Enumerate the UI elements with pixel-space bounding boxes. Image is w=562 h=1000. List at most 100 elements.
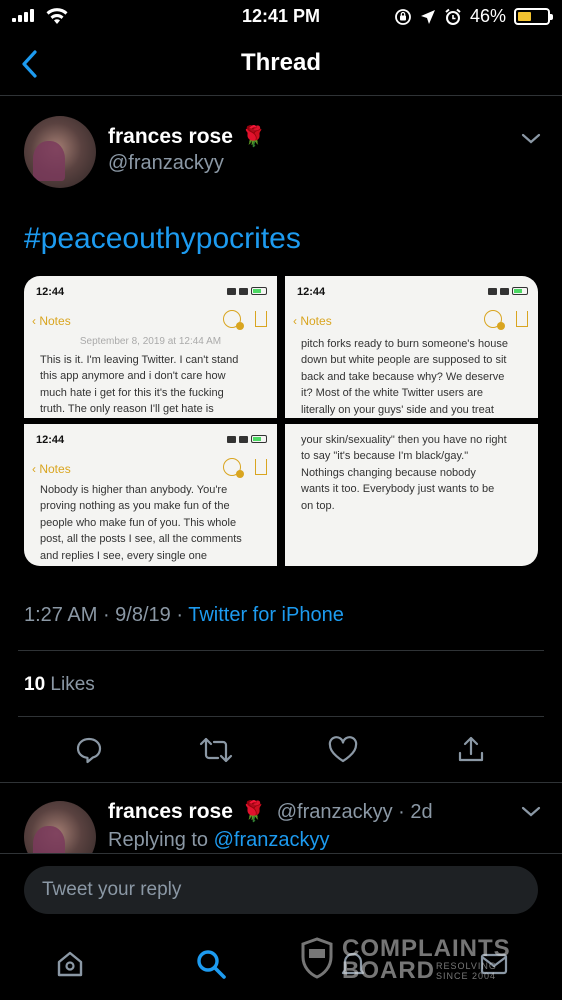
share-icon[interactable]	[454, 733, 488, 767]
note-toolbar	[223, 310, 267, 330]
notes-back-link: ‹ Notes	[32, 462, 71, 476]
rose-emoji: 🌹	[241, 126, 267, 148]
note-line: Nobody is higher than anybody. You're	[40, 484, 228, 496]
chevron-down-icon[interactable]	[520, 132, 542, 146]
author-name: frances rose	[108, 125, 233, 148]
note-body: Nobody is higher than anybody. You're pr…	[40, 482, 263, 564]
share-person-icon	[223, 458, 244, 478]
divider	[18, 650, 544, 651]
tweet-meta: 1:27 AM · 9/8/19 · Twitter for iPhone	[24, 604, 344, 627]
note-line: on top.	[301, 499, 335, 512]
status-bar: 12:41 PM 46%	[0, 0, 562, 34]
note-line: This is it. I'm leaving Twitter. I can't…	[40, 354, 239, 366]
battery-icon	[514, 8, 553, 25]
retweet-icon[interactable]	[199, 733, 233, 767]
home-icon[interactable]	[52, 946, 88, 982]
chevron-down-icon[interactable]	[520, 805, 542, 819]
note-screenshot-3[interactable]: 12:44 ‹ Notes Nobody is higher than anyb…	[24, 424, 277, 566]
note-status-indicators-icon	[488, 287, 528, 295]
watermark-since: SINCE 2004	[436, 971, 497, 981]
notes-back-label: Notes	[39, 314, 71, 328]
note-status-time: 12:44	[36, 286, 65, 298]
note-line: wants it too. Everybody just wants to be	[301, 483, 495, 496]
note-line: and replies I see, every single one	[40, 549, 207, 562]
reply-icon[interactable]	[72, 733, 106, 767]
shield-logo-icon	[301, 937, 333, 979]
note-line: people who make fun of you. This whole	[40, 516, 237, 529]
notes-back-label: Notes	[300, 314, 332, 328]
reply-author-avatar[interactable]	[24, 801, 96, 853]
note-line: to say "it's because I'm black/gay."	[301, 450, 469, 463]
note-line: much hate i get for this it's the fuckin…	[40, 386, 224, 399]
note-line: back and take because why? We deserve	[301, 370, 505, 383]
divider	[18, 716, 544, 717]
note-body: pitch forks ready to burn someone's hous…	[301, 336, 524, 418]
reply-tweet[interactable]: frances rose 🌹 @franzackyy · 2d Replying…	[0, 783, 562, 853]
share-person-icon	[223, 310, 244, 330]
note-status-time: 12:44	[36, 434, 65, 446]
battery-percent: 46%	[469, 6, 506, 26]
note-body: your skin/sexuality" then you have no ri…	[301, 432, 524, 514]
battery-level	[518, 12, 531, 21]
note-toolbar	[223, 458, 267, 478]
location-icon	[420, 9, 435, 24]
likes-label: Likes	[50, 674, 95, 695]
orientation-lock-icon	[395, 8, 411, 25]
replying-to: Replying to @franzackyy	[108, 829, 330, 852]
note-line: down but white people are supposed to si…	[301, 354, 507, 367]
note-status-indicators-icon	[227, 287, 267, 295]
replying-to-handle[interactable]: @franzackyy	[214, 829, 330, 851]
notes-back-label: Notes	[39, 462, 71, 476]
note-screenshot-2[interactable]: 12:44 ‹ Notes pitch forks ready to burn …	[285, 276, 538, 418]
reply-handle-time: @franzackyy · 2d	[276, 801, 433, 823]
author-name-row[interactable]: frances rose 🌹	[108, 124, 266, 149]
likes-count: 10	[24, 674, 46, 695]
tweet-date: 9/8/19	[115, 604, 171, 626]
notes-back-link: ‹ Notes	[32, 314, 71, 328]
tweet-hashtag[interactable]: #peaceouthypocrites	[24, 222, 301, 256]
watermark-line2: BOARD	[342, 957, 435, 984]
watermark-tag: RESOLVING	[436, 961, 497, 971]
note-date: September 8, 2019 at 12:44 AM	[79, 336, 222, 347]
note-line: it? Most of the white Twitter users are	[301, 387, 483, 400]
note-screenshot-1[interactable]: 12:44 ‹ Notes September 8, 2019 at 12:44…	[24, 276, 277, 418]
note-line: your skin/sexuality" then you have no ri…	[301, 434, 507, 446]
note-share-icon	[516, 311, 528, 327]
tweet-time: 1:27 AM	[24, 604, 98, 626]
author-avatar[interactable]	[24, 116, 96, 188]
share-person-icon	[484, 310, 505, 330]
media-grid: 12:44 ‹ Notes September 8, 2019 at 12:44…	[24, 276, 538, 566]
note-share-icon	[255, 459, 267, 475]
meta-separator: ·	[102, 604, 116, 626]
likes-link[interactable]: 10 Likes	[24, 674, 95, 696]
like-icon[interactable]	[326, 733, 360, 767]
reply-placeholder: Tweet your reply	[42, 879, 182, 900]
note-line: post, all the posts I see, all the comme…	[40, 533, 242, 546]
note-status-time: 12:44	[297, 286, 326, 298]
divider	[0, 853, 562, 854]
meta-separator: ·	[176, 604, 189, 626]
note-line: literally on your guys' side and you tre…	[301, 403, 494, 416]
note-status-indicators-icon	[227, 435, 267, 443]
note-screenshot-4[interactable]: your skin/sexuality" then you have no ri…	[285, 424, 538, 566]
reply-header: frances rose 🌹 @franzackyy · 2d	[108, 799, 433, 824]
tweet-actions	[0, 733, 562, 769]
note-line: proving nothing as you make fun of the	[40, 500, 230, 513]
note-body: This is it. I'm leaving Twitter. I can't…	[40, 352, 263, 418]
note-line: this app anymore and i don't care how	[40, 370, 226, 383]
notes-back-link: ‹ Notes	[293, 314, 332, 328]
note-toolbar	[484, 310, 528, 330]
page-title: Thread	[240, 49, 321, 76]
alarm-icon	[445, 8, 461, 25]
navigation-bar: Thread	[0, 34, 562, 96]
reply-input[interactable]: Tweet your reply	[24, 866, 538, 914]
note-line: Nothings changing because nobody	[301, 466, 476, 479]
search-icon[interactable]	[193, 946, 229, 982]
note-share-icon	[255, 311, 267, 327]
rose-emoji: 🌹	[241, 801, 267, 823]
author-handle[interactable]: @franzackyy	[108, 152, 224, 175]
complaintsboard-watermark: COMPLAINTS BOARD RESOLVING SINCE 2004	[300, 935, 520, 984]
reply-author-name: frances rose	[108, 800, 233, 823]
note-line: pitch forks ready to burn someone's hous…	[301, 338, 508, 350]
tweet-source-link[interactable]: Twitter for iPhone	[188, 604, 344, 626]
